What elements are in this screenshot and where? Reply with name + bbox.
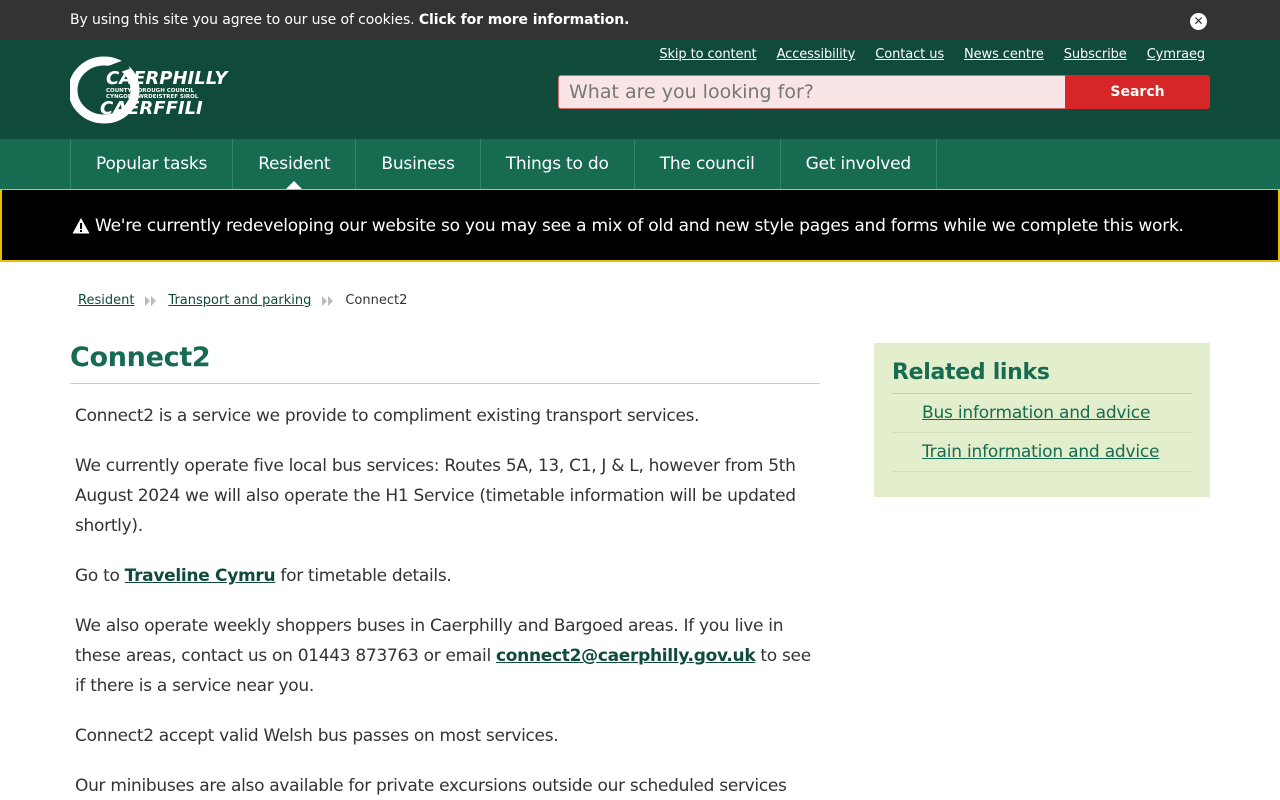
search-form: Search xyxy=(558,75,1210,109)
paragraph: We currently operate five local bus serv… xyxy=(75,456,796,536)
utility-links: Skip to content Accessibility Contact us… xyxy=(659,47,1205,62)
breadcrumb: Resident Transport and parking Connect2 xyxy=(78,293,407,308)
nav-item-resident[interactable]: Resident xyxy=(233,139,357,189)
double-chevron-icon xyxy=(144,295,158,307)
double-chevron-icon xyxy=(321,295,335,307)
cookie-more-info-link[interactable]: Click for more information. xyxy=(419,12,630,28)
alert-text: We're currently redeveloping our website… xyxy=(95,216,1184,236)
breadcrumb-current: Connect2 xyxy=(345,293,408,308)
search-input[interactable] xyxy=(558,75,1065,109)
nav-item-get-involved[interactable]: Get involved xyxy=(781,139,937,189)
related-links-title: Related links xyxy=(892,357,1192,394)
paragraph: Connect2 accept valid Welsh bus passes o… xyxy=(75,726,559,746)
contact-us-link[interactable]: Contact us xyxy=(875,47,944,62)
accessibility-link[interactable]: Accessibility xyxy=(777,47,856,62)
nav-list: Popular tasks Resident Business Things t… xyxy=(70,139,937,189)
cookie-text: By using this site you agree to our use … xyxy=(70,12,415,28)
cookie-bar: By using this site you agree to our use … xyxy=(0,0,1280,40)
page-title: Connect2 xyxy=(70,340,820,384)
list-item: Bus information and advice xyxy=(892,394,1192,433)
paragraph-text: Go to xyxy=(75,566,125,586)
site-header: CAERPHILLY COUNTY BOROUGH COUNCIL CYNGOR… xyxy=(0,40,1280,139)
subscribe-link[interactable]: Subscribe xyxy=(1064,47,1127,62)
redevelopment-alert: We're currently redeveloping our website… xyxy=(0,189,1280,262)
article-body: Connect2 is a service we provide to comp… xyxy=(70,384,820,800)
paragraph: Go to Traveline Cymru for timetable deta… xyxy=(75,561,815,591)
paragraph: We also operate weekly shoppers buses in… xyxy=(75,611,815,701)
svg-text:CAERFFILI: CAERFFILI xyxy=(100,98,203,119)
nav-item-popular-tasks[interactable]: Popular tasks xyxy=(71,139,234,189)
cymraeg-link[interactable]: Cymraeg xyxy=(1147,47,1205,62)
related-links-list: Bus information and advice Train informa… xyxy=(892,394,1192,472)
traveline-cymru-link[interactable]: Traveline Cymru xyxy=(125,566,276,586)
connect2-email-link[interactable]: connect2@caerphilly.gov.uk xyxy=(496,646,756,666)
svg-text:CAERPHILLY: CAERPHILLY xyxy=(106,68,229,89)
breadcrumb-transport-and-parking[interactable]: Transport and parking xyxy=(168,293,311,308)
breadcrumb-resident[interactable]: Resident xyxy=(78,293,134,308)
paragraph: Connect2 is a service we provide to comp… xyxy=(75,406,700,426)
nav-item-things-to-do[interactable]: Things to do xyxy=(481,139,635,189)
nav-item-business[interactable]: Business xyxy=(356,139,481,189)
search-button[interactable]: Search xyxy=(1065,75,1210,109)
bus-information-link[interactable]: Bus information and advice xyxy=(922,403,1150,423)
paragraph: Our minibuses are also available for pri… xyxy=(75,776,787,796)
skip-to-content-link[interactable]: Skip to content xyxy=(659,47,756,62)
train-information-link[interactable]: Train information and advice xyxy=(922,442,1160,462)
nav-item-the-council[interactable]: The council xyxy=(635,139,781,189)
news-centre-link[interactable]: News centre xyxy=(964,47,1044,62)
caerphilly-logo[interactable]: CAERPHILLY COUNTY BOROUGH COUNCIL CYNGOR… xyxy=(70,56,246,124)
main-nav: Popular tasks Resident Business Things t… xyxy=(0,139,1280,189)
paragraph-text: for timetable details. xyxy=(275,566,452,586)
warning-icon xyxy=(72,218,90,234)
main-content: Connect2 Connect2 is a service we provid… xyxy=(70,340,820,800)
related-links-panel: Related links Bus information and advice… xyxy=(874,343,1210,497)
cookie-message: By using this site you agree to our use … xyxy=(70,11,629,29)
close-icon[interactable]: ✕ xyxy=(1190,13,1207,30)
list-item: Train information and advice xyxy=(892,433,1192,472)
